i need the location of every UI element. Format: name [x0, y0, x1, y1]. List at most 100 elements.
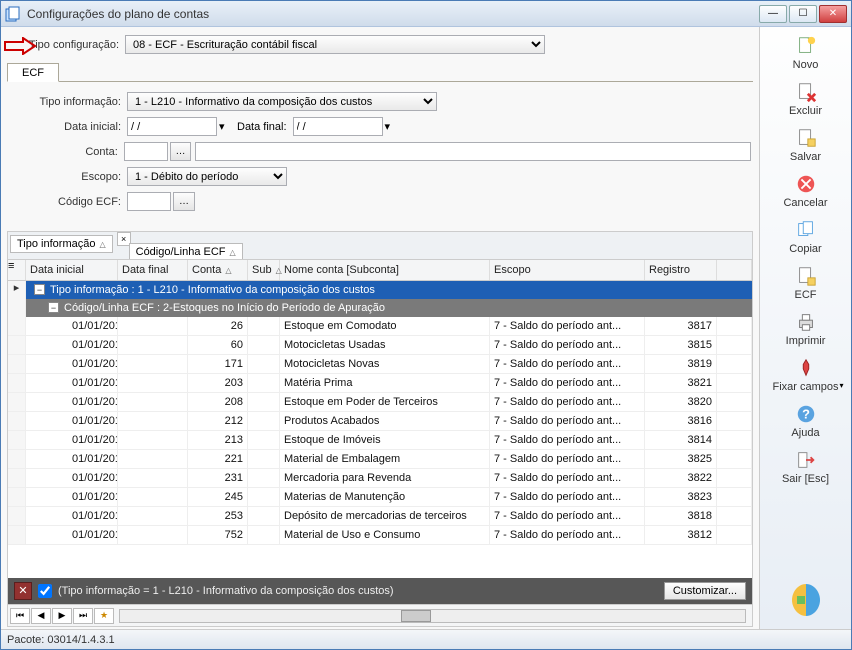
- conta-label: Conta:: [9, 146, 124, 158]
- codigo-ecf-browse-button[interactable]: …: [173, 192, 195, 211]
- grid-header: ≡ Data inicial Data final Conta△ Sub△ No…: [8, 260, 752, 281]
- escopo-label: Escopo:: [9, 171, 127, 183]
- filter-clear-button[interactable]: ✕: [14, 582, 32, 600]
- codigo-ecf-input[interactable]: [127, 192, 171, 211]
- customize-button[interactable]: Customizar...: [664, 582, 746, 600]
- table-row[interactable]: 01/01/2014213Estoque de Imóveis7 - Saldo…: [8, 431, 752, 450]
- excluir-button[interactable]: Excluir: [764, 77, 848, 123]
- arrow-right-icon: [3, 37, 37, 55]
- exit-icon: [792, 449, 820, 471]
- cancelar-button[interactable]: Cancelar: [764, 169, 848, 215]
- collapse-icon[interactable]: −: [34, 284, 45, 295]
- group-row-codigo[interactable]: − Código/Linha ECF : 2-Estoques no Iníci…: [26, 299, 752, 317]
- grid-body[interactable]: ▸ − Tipo informação : 1 - L210 - Informa…: [8, 281, 752, 578]
- filter-text: (Tipo informação = 1 - L210 - Informativ…: [58, 585, 394, 597]
- data-final-label: Data final:: [225, 121, 293, 133]
- grid-filter-footer: ✕ (Tipo informação = 1 - L210 - Informat…: [8, 578, 752, 604]
- filter-enabled-checkbox[interactable]: [38, 584, 52, 598]
- row-selector-header[interactable]: ≡: [8, 260, 26, 280]
- save-icon: [792, 127, 820, 149]
- novo-button[interactable]: Novo: [764, 31, 848, 77]
- window-title: Configurações do plano de contas: [27, 7, 759, 21]
- help-icon: ?: [792, 403, 820, 425]
- fixar-button[interactable]: Fixar campos ▾: [764, 353, 848, 399]
- col-nome[interactable]: Nome conta [Subconta]: [280, 260, 490, 280]
- tipo-config-row: Tipo configuração: 08 - ECF - Escrituraç…: [7, 35, 753, 54]
- tipo-info-label: Tipo informação:: [9, 96, 127, 108]
- form-panel: Tipo informação: 1 - L210 - Informativo …: [7, 82, 753, 223]
- col-sub[interactable]: Sub△: [248, 260, 280, 280]
- col-registro[interactable]: Registro: [645, 260, 717, 280]
- titlebar: Configurações do plano de contas — ☐ ✕: [1, 1, 851, 27]
- table-row[interactable]: 01/01/2014208Estoque em Poder de Terceir…: [8, 393, 752, 412]
- data-final-input[interactable]: [293, 117, 383, 136]
- col-data-final[interactable]: Data final: [118, 260, 188, 280]
- app-icon: [5, 6, 21, 22]
- nav-bar: ⏮ ◀ ▶ ⏭ ★: [7, 605, 753, 627]
- maximize-button[interactable]: ☐: [789, 5, 817, 23]
- copy-icon: [792, 219, 820, 241]
- data-inicial-input[interactable]: [127, 117, 217, 136]
- tipo-config-select[interactable]: 08 - ECF - Escrituração contábil fiscal: [125, 35, 545, 54]
- data-inicial-label: Data inicial:: [9, 121, 127, 133]
- ecf-button[interactable]: ECF: [764, 261, 848, 307]
- table-row[interactable]: 01/01/201460Motocicletas Usadas7 - Saldo…: [8, 336, 752, 355]
- app-window: Configurações do plano de contas — ☐ ✕ T…: [0, 0, 852, 650]
- table-row[interactable]: 01/01/2014245Materias de Manutenção7 - S…: [8, 488, 752, 507]
- minimize-button[interactable]: —: [759, 5, 787, 23]
- sair-button[interactable]: Sair [Esc]: [764, 445, 848, 491]
- svg-text:?: ?: [802, 407, 810, 422]
- table-row[interactable]: 01/01/2014221Material de Embalagem7 - Sa…: [8, 450, 752, 469]
- collapse-icon[interactable]: −: [48, 302, 59, 313]
- new-icon: [792, 35, 820, 57]
- nav-last-button[interactable]: ⏭: [73, 608, 93, 624]
- data-grid: ≡ Data inicial Data final Conta△ Sub△ No…: [7, 259, 753, 605]
- ajuda-button[interactable]: ? Ajuda: [764, 399, 848, 445]
- nav-next-button[interactable]: ▶: [52, 608, 72, 624]
- col-data-inicial[interactable]: Data inicial: [26, 260, 118, 280]
- table-row[interactable]: 01/01/2014203Matéria Prima7 - Saldo do p…: [8, 374, 752, 393]
- body-area: Tipo configuração: 08 - ECF - Escrituraç…: [1, 27, 851, 629]
- escopo-select[interactable]: 1 - Débito do período: [127, 167, 287, 186]
- table-row[interactable]: 01/01/2014212Produtos Acabados7 - Saldo …: [8, 412, 752, 431]
- status-text: Pacote: 03014/1.4.3.1: [7, 634, 115, 646]
- group-chip-tipo[interactable]: Tipo informação△: [10, 235, 113, 253]
- tab-ecf[interactable]: ECF: [7, 63, 59, 82]
- col-escopo[interactable]: Escopo: [490, 260, 645, 280]
- codigo-ecf-label: Código ECF:: [9, 196, 127, 208]
- col-conta[interactable]: Conta△: [188, 260, 248, 280]
- col-spacer: [717, 260, 752, 280]
- imprimir-button[interactable]: Imprimir: [764, 307, 848, 353]
- nav-prev-button[interactable]: ◀: [31, 608, 51, 624]
- tipo-info-select[interactable]: 1 - L210 - Informativo da composição dos…: [127, 92, 437, 111]
- chevron-down-icon: ▾: [839, 381, 843, 390]
- group-row-tipo[interactable]: − Tipo informação : 1 - L210 - Informati…: [26, 281, 752, 299]
- conta-desc-input[interactable]: [195, 142, 751, 161]
- nav-bookmark-button[interactable]: ★: [94, 608, 114, 624]
- ecf-icon: [792, 265, 820, 287]
- data-final-dropdown-icon[interactable]: ▾: [385, 120, 391, 133]
- status-bar: Pacote: 03014/1.4.3.1: [1, 629, 851, 649]
- side-toolbar: Novo Excluir Salvar Cancelar Copiar ECF: [759, 27, 851, 629]
- delete-icon: [792, 81, 820, 103]
- cancel-icon: [792, 173, 820, 195]
- salvar-button[interactable]: Salvar: [764, 123, 848, 169]
- copiar-button[interactable]: Copiar: [764, 215, 848, 261]
- window-buttons: — ☐ ✕: [759, 5, 847, 23]
- table-row[interactable]: 01/01/2014253Depósito de mercadorias de …: [8, 507, 752, 526]
- nav-first-button[interactable]: ⏮: [10, 608, 30, 624]
- conta-input[interactable]: [124, 142, 168, 161]
- conta-browse-button[interactable]: …: [170, 142, 191, 161]
- table-row[interactable]: 01/01/2014171Motocicletas Novas7 - Saldo…: [8, 355, 752, 374]
- brand-icon: [780, 574, 832, 629]
- table-row[interactable]: 01/01/2014752Material de Uso e Consumo7 …: [8, 526, 752, 545]
- table-row[interactable]: 01/01/2014231Mercadoria para Revenda7 - …: [8, 469, 752, 488]
- print-icon: [792, 311, 820, 333]
- pin-icon: [792, 357, 820, 379]
- table-row[interactable]: 01/01/201426Estoque em Comodato7 - Saldo…: [8, 317, 752, 336]
- group-by-bar: Tipo informação△ × Código/Linha ECF△: [7, 231, 753, 259]
- main-pane: Tipo configuração: 08 - ECF - Escrituraç…: [1, 27, 759, 629]
- horizontal-scrollbar[interactable]: [119, 609, 746, 623]
- tab-strip: ECF: [7, 62, 753, 82]
- close-button[interactable]: ✕: [819, 5, 847, 23]
